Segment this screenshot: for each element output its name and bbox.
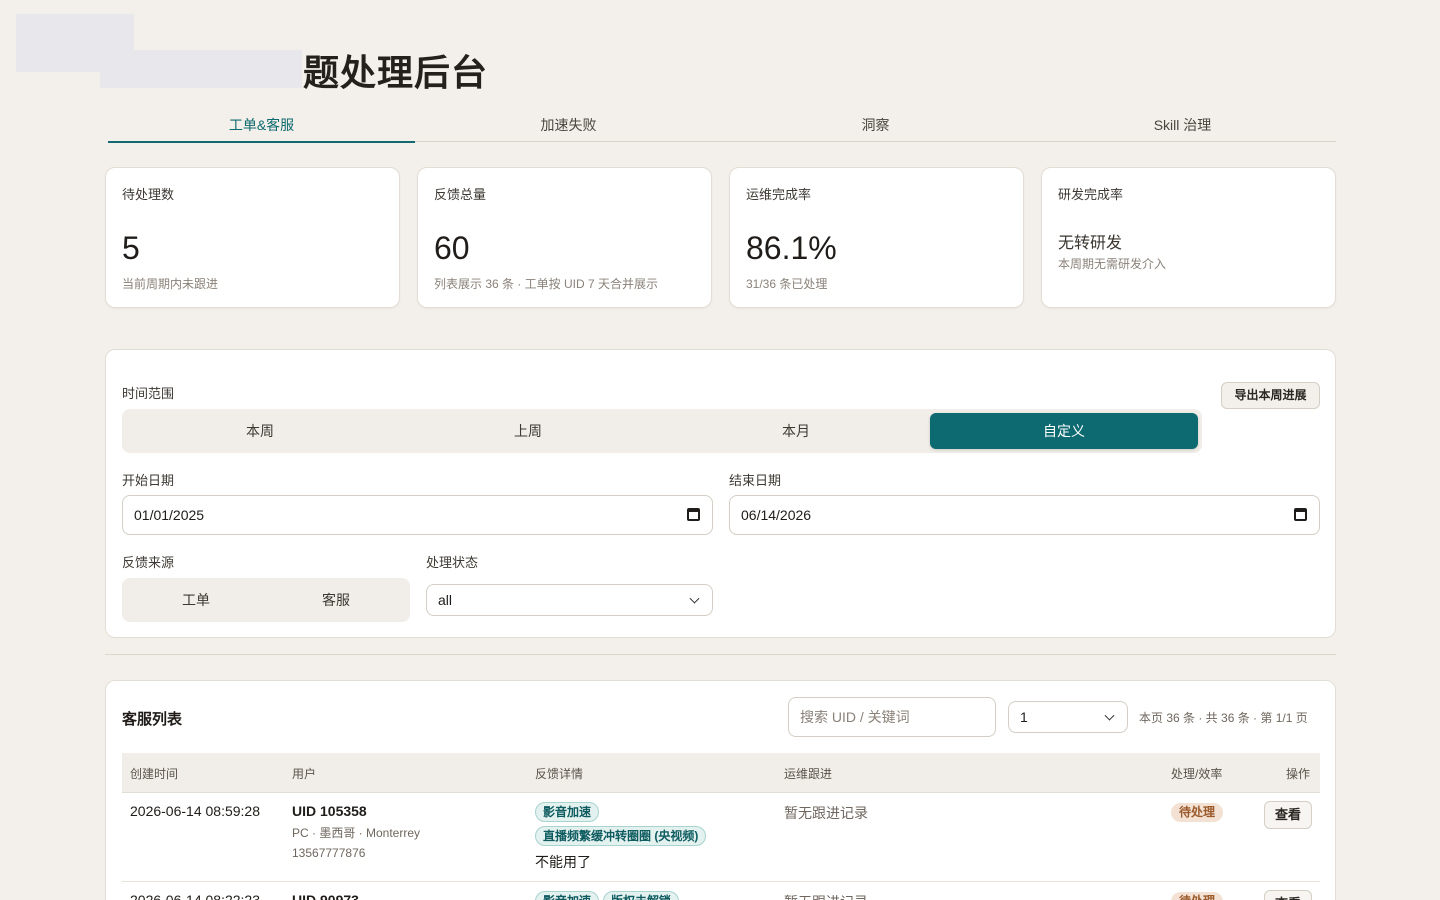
logo-mask bbox=[100, 50, 302, 88]
status-select[interactable]: all bbox=[426, 584, 713, 616]
category-tag: 影音加速 bbox=[535, 891, 600, 900]
stat-label: 待处理数 bbox=[122, 187, 175, 202]
status-label: 处理状态 bbox=[426, 555, 479, 570]
stat-value: 60 bbox=[434, 230, 470, 266]
stat-label: 研发完成率 bbox=[1058, 187, 1124, 202]
time-range-segmented: 本周 上周 本月 自定义 bbox=[122, 409, 1202, 453]
status-badge: 待处理 bbox=[1171, 803, 1224, 822]
export-weekly-button[interactable]: 导出本周进展 bbox=[1221, 382, 1320, 409]
page-select[interactable]: 1 bbox=[1008, 701, 1128, 733]
created-time: 2026-06-14 08:59:28 bbox=[130, 803, 260, 819]
source-label: 反馈来源 bbox=[122, 555, 175, 570]
stat-card-dev-rate: 研发完成率 无转研发 本周期无需研发介入 bbox=[1041, 167, 1336, 308]
pagination-info: 本页 36 条 · 共 36 条 · 第 1/1 页 bbox=[1139, 711, 1308, 725]
start-date-label: 开始日期 bbox=[122, 473, 175, 488]
page-title: 题处理后台 bbox=[303, 52, 489, 93]
tab-acceleration-failure[interactable]: 加速失败 bbox=[415, 108, 722, 141]
time-option-this-week[interactable]: 本周 bbox=[126, 413, 394, 449]
user-cell: UID 90973 bbox=[292, 892, 359, 900]
time-range-label: 时间范围 bbox=[122, 386, 175, 401]
source-option-service[interactable]: 客服 bbox=[266, 582, 406, 618]
calendar-icon[interactable] bbox=[687, 508, 700, 521]
stat-sub: 31/36 条已处理 bbox=[746, 277, 828, 291]
source-segmented: 工单 客服 bbox=[122, 578, 410, 622]
column-header: 创建时间 bbox=[130, 767, 179, 781]
stat-card-ops-rate: 运维完成率 86.1% 31/36 条已处理 bbox=[729, 167, 1024, 308]
user-cell: UID 105358 PC · 墨西哥 · Monterrey 13567777… bbox=[292, 803, 420, 860]
time-option-custom[interactable]: 自定义 bbox=[930, 413, 1198, 449]
stat-value: 5 bbox=[122, 230, 140, 266]
user-uid: UID 105358 bbox=[292, 803, 367, 819]
stat-sub: 当前周期内未跟进 bbox=[122, 277, 219, 291]
tab-tickets-service[interactable]: 工单&客服 bbox=[108, 108, 415, 143]
status-badge: 待处理 bbox=[1171, 892, 1224, 900]
stat-sub: 列表展示 36 条 · 工单按 UID 7 天合并展示 bbox=[434, 277, 659, 291]
section-divider bbox=[105, 654, 1336, 655]
stats-row: 待处理数 5 当前周期内未跟进 反馈总量 60 列表展示 36 条 · 工单按 … bbox=[105, 167, 1336, 308]
issue-tag: 版权未解锁 bbox=[603, 891, 680, 900]
stat-value: 无转研发 bbox=[1058, 235, 1123, 252]
stat-card-total: 反馈总量 60 列表展示 36 条 · 工单按 UID 7 天合并展示 bbox=[417, 167, 712, 308]
source-option-ticket[interactable]: 工单 bbox=[126, 582, 266, 618]
view-button[interactable]: 查看 bbox=[1264, 801, 1312, 829]
ops-followup: 暂无跟进记录 bbox=[784, 805, 868, 821]
issue-tag: 直播频繁缓冲转圈圈 (央视频) bbox=[535, 826, 707, 846]
detail-text: 不能用了 bbox=[535, 854, 591, 870]
calendar-icon[interactable] bbox=[1294, 508, 1307, 521]
chevron-down-icon bbox=[689, 593, 700, 604]
column-header: 反馈详情 bbox=[535, 767, 584, 781]
main-tabs: 工单&客服 加速失败 洞察 Skill 治理 bbox=[108, 108, 1336, 143]
status-select-value: all bbox=[438, 592, 453, 608]
column-header: 运维跟进 bbox=[784, 767, 833, 781]
end-date-input[interactable]: 06/14/2026 bbox=[729, 495, 1320, 535]
start-date-value: 01/01/2025 bbox=[134, 507, 205, 523]
time-option-last-week[interactable]: 上周 bbox=[394, 413, 662, 449]
detail-cell: 影音加速 直播频繁缓冲转圈圈 (央视频) 不能用了 bbox=[535, 802, 775, 872]
stat-label: 运维完成率 bbox=[746, 187, 812, 202]
time-option-this-month[interactable]: 本月 bbox=[662, 413, 930, 449]
stat-label: 反馈总量 bbox=[434, 187, 487, 202]
status-cell: 待处理 bbox=[1171, 892, 1224, 900]
column-header: 操作 bbox=[1286, 767, 1311, 781]
start-date-input[interactable]: 01/01/2025 bbox=[122, 495, 713, 535]
user-phone: 13567777876 bbox=[292, 846, 366, 860]
tab-insights[interactable]: 洞察 bbox=[722, 108, 1029, 141]
stat-sub: 本周期无需研发介入 bbox=[1058, 257, 1167, 271]
stat-card-pending: 待处理数 5 当前周期内未跟进 bbox=[105, 167, 400, 308]
list-title: 客服列表 bbox=[122, 711, 183, 728]
view-button[interactable]: 查看 bbox=[1264, 890, 1312, 900]
category-tag: 影音加速 bbox=[535, 802, 600, 822]
end-date-label: 结束日期 bbox=[729, 473, 782, 488]
service-list-panel: 客服列表 搜索 UID / 关键词 1 本页 36 条 · 共 36 条 · 第… bbox=[105, 680, 1336, 900]
search-input[interactable]: 搜索 UID / 关键词 bbox=[788, 697, 996, 737]
chevron-down-icon bbox=[1104, 710, 1115, 721]
ops-followup: 暂无跟进记录 bbox=[784, 892, 868, 900]
column-header: 处理/效率 bbox=[1171, 767, 1223, 781]
table-row[interactable]: 2026-06-14 08:22:23 UID 90973 影音加速版权未解锁 … bbox=[122, 882, 1320, 900]
tab-skill-governance[interactable]: Skill 治理 bbox=[1029, 108, 1336, 141]
user-meta: PC · 墨西哥 · Monterrey bbox=[292, 826, 421, 840]
filter-panel: 时间范围 导出本周进展 本周 上周 本月 自定义 开始日期 01/01/2025… bbox=[105, 349, 1336, 638]
table-row[interactable]: 2026-06-14 08:59:28 UID 105358 PC · 墨西哥 … bbox=[122, 793, 1320, 882]
end-date-value: 06/14/2026 bbox=[741, 507, 812, 523]
created-time: 2026-06-14 08:22:23 bbox=[130, 892, 260, 900]
stat-value: 86.1% bbox=[746, 230, 837, 266]
column-header: 用户 bbox=[292, 767, 317, 781]
status-cell: 待处理 bbox=[1171, 803, 1224, 822]
detail-cell: 影音加速版权未解锁 bbox=[535, 891, 775, 900]
table-header: 创建时间 用户 反馈详情 运维跟进 处理/效率 操作 bbox=[122, 753, 1320, 793]
page-select-value: 1 bbox=[1020, 709, 1028, 725]
user-uid: UID 90973 bbox=[292, 892, 359, 900]
